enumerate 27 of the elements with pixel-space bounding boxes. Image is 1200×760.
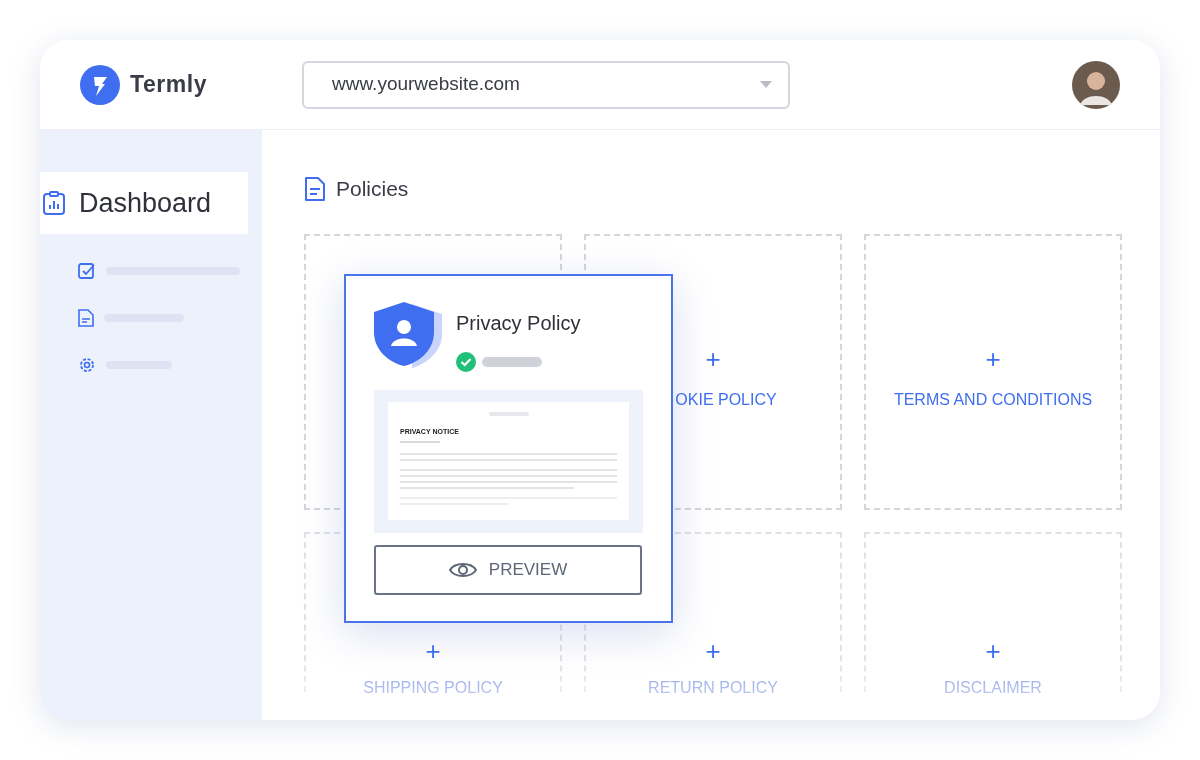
dashboard-icon	[43, 191, 65, 215]
add-policy-card[interactable]: + DISCLAIMER	[864, 532, 1122, 692]
caret-icon	[760, 81, 772, 88]
plus-icon: +	[985, 346, 1001, 372]
avatar[interactable]	[1072, 60, 1120, 109]
eye-icon	[448, 561, 477, 579]
card-label: OKIE POLICY	[674, 390, 777, 410]
brand-name: Termly	[130, 70, 208, 100]
checkbox-icon	[78, 262, 96, 280]
section-title: Policies	[336, 176, 409, 203]
plus-icon: +	[985, 638, 1001, 664]
plus-icon: +	[425, 638, 441, 664]
settings-icon	[78, 356, 96, 374]
shield-user-icon	[374, 300, 444, 370]
card-label: SHIPPING POLICY	[363, 678, 503, 698]
document-icon	[78, 309, 94, 327]
card-label: TERMS AND CONDITIONS	[893, 390, 1093, 410]
document-icon	[304, 176, 326, 202]
website-select[interactable]: www.yourwebsite.com	[302, 60, 790, 109]
add-policy-card[interactable]: + TERMS AND CONDITIONS	[864, 234, 1122, 510]
sidebar-item[interactable]: Dashboard	[40, 172, 248, 234]
plus-icon: +	[705, 346, 721, 372]
status-placeholder	[482, 357, 542, 367]
card-title: Privacy Policy	[456, 311, 581, 336]
plus-icon: +	[705, 638, 721, 664]
preview-button[interactable]: PREVIEW	[374, 545, 642, 595]
logo-icon	[80, 64, 120, 105]
